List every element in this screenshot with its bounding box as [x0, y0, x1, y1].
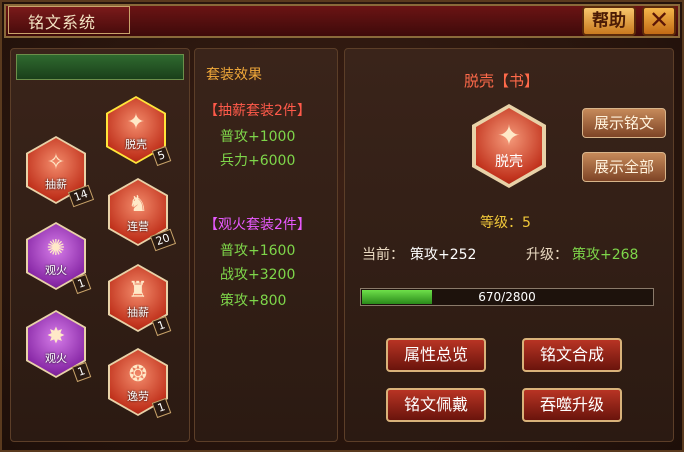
bead-bracelet-icon: ❂ [128, 362, 148, 387]
upgrade-value: 策攻+268 [572, 247, 639, 263]
slots-header-bar [16, 54, 184, 80]
book-icon: ✦ [126, 110, 146, 135]
amulet-icon: ✸ [46, 324, 66, 349]
window-title: 铭文系统 [28, 13, 97, 32]
horse-icon: ♞ [128, 192, 148, 217]
current-label: 当前： [362, 247, 404, 263]
book-icon: ✦ [497, 119, 521, 152]
slot-label: 观火 [45, 352, 67, 365]
inscription-equip-button[interactable]: 铭文佩戴 [386, 388, 486, 422]
set-stat: 普攻+1000 [220, 129, 296, 145]
inscription-compose-button[interactable]: 铭文合成 [522, 338, 622, 372]
slot-label: 抽薪 [127, 306, 149, 319]
set-stat: 战攻+3200 [220, 267, 296, 283]
slot-label: 抽薪 [45, 178, 67, 191]
devour-upgrade-button[interactable]: 吞噬升级 [522, 388, 622, 422]
slot-label: 观火 [45, 264, 67, 277]
show-all-button[interactable]: 展示全部 [582, 152, 666, 182]
exp-progress-bar: 670/2800 [360, 288, 654, 306]
attr-overview-button[interactable]: 属性总览 [386, 338, 486, 372]
inscription-name: 脱壳【书】 [464, 72, 540, 90]
close-button[interactable]: ✕ [642, 6, 676, 36]
fan-icon: ✧ [46, 150, 66, 175]
set-stat: 兵力+6000 [220, 153, 296, 169]
set-group-name: 【观火套装2件】 [204, 217, 311, 233]
slot-label: 逸劳 [127, 390, 149, 403]
show-inscription-button[interactable]: 展示铭文 [582, 108, 666, 138]
set-stat: 普攻+1600 [220, 243, 296, 259]
current-value: 策攻+252 [410, 247, 477, 263]
selected-icon-label: 脱壳 [495, 154, 523, 170]
robe-icon: ✺ [46, 236, 66, 261]
close-icon: ✕ [648, 6, 670, 34]
exp-progress-text: 670/2800 [478, 290, 536, 304]
set-stat: 策攻+800 [220, 293, 287, 309]
set-group-name: 【抽薪套装2件】 [204, 103, 311, 119]
upgrade-label: 升级： [526, 247, 568, 263]
slot-label: 脱壳 [125, 138, 147, 151]
help-button[interactable]: 帮助 [582, 6, 636, 36]
armor-icon: ♜ [128, 278, 148, 303]
level-text: 等级：5 [480, 215, 531, 231]
slot-label: 连营 [127, 220, 149, 233]
set-effects-title: 套装效果 [206, 67, 262, 83]
